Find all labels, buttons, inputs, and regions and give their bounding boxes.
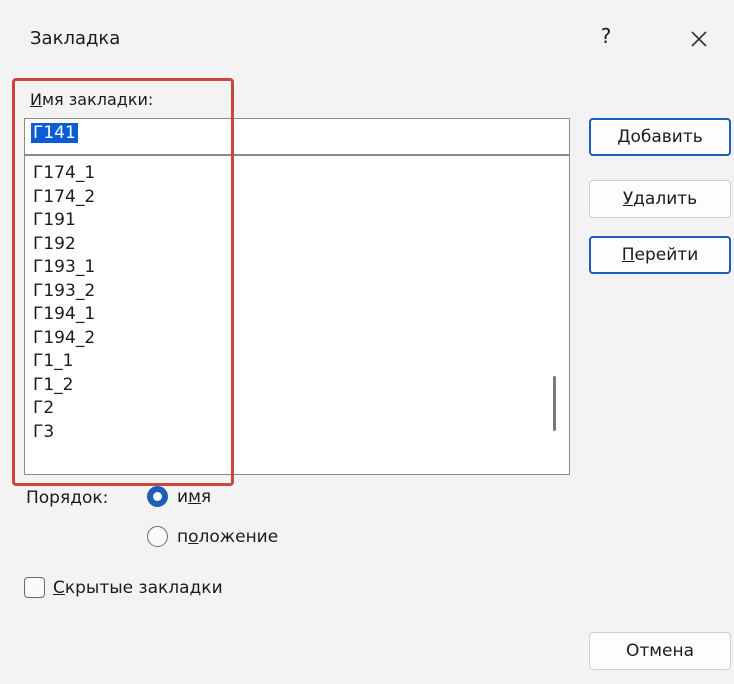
- bookmark-name-input[interactable]: Г141: [24, 118, 570, 155]
- bookmark-dialog: Закладка ? Имя закладки: Г141 Г174_1 Г174…: [0, 0, 734, 684]
- bookmark-name-label: Имя закладки:: [30, 90, 154, 109]
- scroll-thumb[interactable]: [553, 376, 556, 431]
- list-scrollbar[interactable]: [541, 156, 569, 474]
- list-item[interactable]: Г194_2: [33, 327, 95, 351]
- list-item[interactable]: Г174_1: [33, 162, 95, 186]
- order-by-position-label: положение: [177, 526, 279, 547]
- list-item[interactable]: Г191: [33, 209, 95, 233]
- help-button[interactable]: ?: [594, 24, 618, 48]
- list-item[interactable]: Г193_1: [33, 256, 95, 280]
- list-item[interactable]: Г3: [33, 421, 95, 445]
- goto-button[interactable]: Перейти: [589, 236, 731, 274]
- list-item[interactable]: Г193_2: [33, 280, 95, 304]
- list-item[interactable]: Г1_1: [33, 350, 95, 374]
- bookmark-list[interactable]: Г174_1 Г174_2 Г191 Г192 Г193_1 Г193_2 Г194_1 Г1…: [24, 155, 570, 475]
- radio-unchecked-icon: [147, 526, 168, 547]
- radio-checked-icon: [147, 486, 168, 507]
- order-by-name-radio[interactable]: имя: [147, 486, 211, 507]
- hidden-bookmarks-label: Скрытые закладки: [53, 577, 223, 598]
- close-button[interactable]: [682, 22, 716, 56]
- close-icon: [691, 31, 707, 47]
- list-item[interactable]: Г192: [33, 233, 95, 257]
- list-item[interactable]: Г2: [33, 397, 95, 421]
- add-button[interactable]: Добавить: [589, 118, 731, 156]
- cancel-button[interactable]: Отмена: [589, 632, 731, 670]
- hidden-bookmarks-checkbox[interactable]: Скрытые закладки: [24, 577, 223, 598]
- bookmark-name-value: Г141: [31, 123, 78, 143]
- list-item[interactable]: Г174_2: [33, 186, 95, 210]
- bookmark-list-items: Г174_1 Г174_2 Г191 Г192 Г193_1 Г193_2 Г194_1 Г1…: [33, 162, 95, 444]
- checkbox-icon: [24, 577, 45, 598]
- order-label: Порядок:: [26, 488, 109, 508]
- order-by-position-radio[interactable]: положение: [147, 526, 278, 547]
- list-item[interactable]: Г1_2: [33, 374, 95, 398]
- delete-button[interactable]: Удалить: [589, 180, 731, 218]
- dialog-title: Закладка: [30, 28, 121, 49]
- list-item[interactable]: Г194_1: [33, 303, 95, 327]
- order-by-name-label: имя: [177, 486, 212, 507]
